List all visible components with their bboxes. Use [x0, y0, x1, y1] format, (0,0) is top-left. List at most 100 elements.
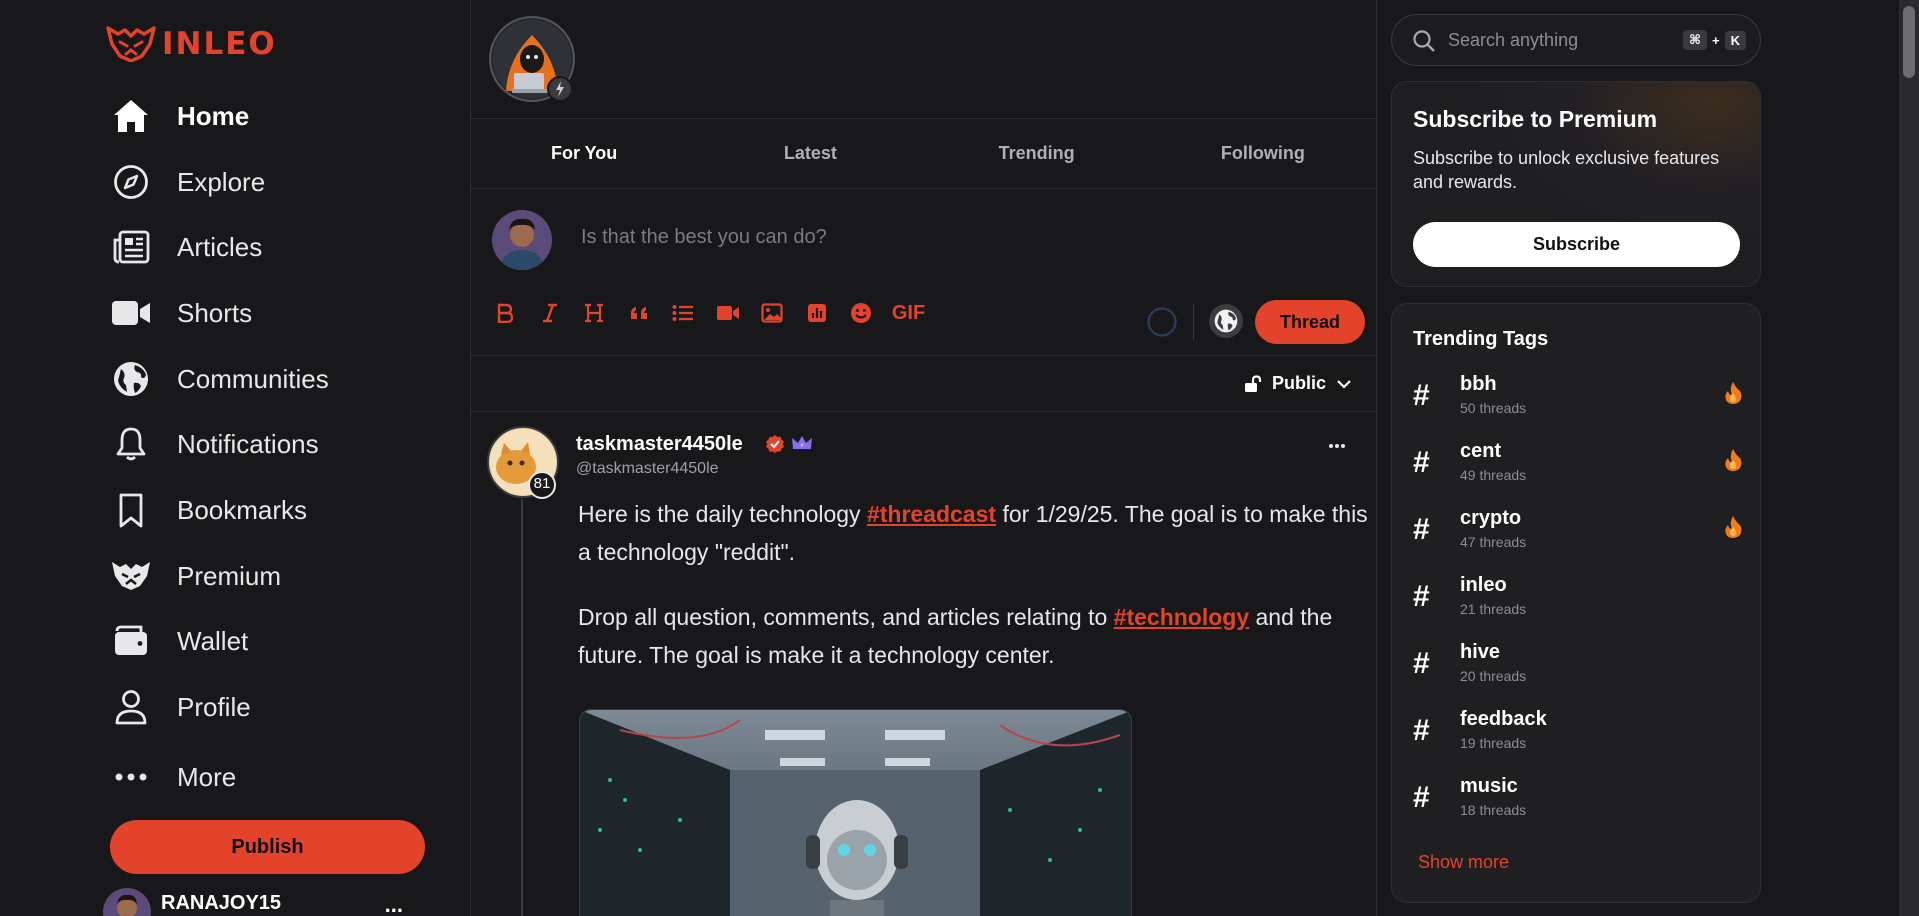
trending-tags-card: Trending Tags # bbh 50 threads # cent 49… [1391, 303, 1761, 903]
tag-count: 18 threads [1460, 802, 1527, 818]
main-feed: For You Latest Trending Following GIF Th… [470, 0, 1377, 916]
tag-count: 20 threads [1460, 668, 1527, 684]
trending-tag-item[interactable]: # cent 49 threads [1413, 436, 1743, 492]
list-icon[interactable] [661, 298, 706, 328]
quote-icon[interactable] [617, 298, 662, 328]
tag-count: 50 threads [1460, 400, 1527, 416]
hashtag-link[interactable]: #technology [1114, 604, 1249, 630]
unlock-icon [1244, 374, 1262, 392]
search-bar[interactable]: ⌘ + K [1391, 14, 1761, 66]
post-image[interactable] [579, 709, 1132, 916]
hashtag-icon: # [1413, 580, 1430, 613]
composer-toolbar: GIF [483, 298, 934, 328]
chevron-down-icon [1337, 379, 1351, 389]
home-icon [110, 95, 152, 137]
nav-communities[interactable]: Communities [110, 354, 410, 404]
poll-icon[interactable] [795, 298, 840, 328]
trending-tag-item[interactable]: # feedback 19 threads [1413, 704, 1743, 760]
language-globe-button[interactable] [1209, 304, 1243, 338]
tag-name: crypto [1460, 507, 1522, 529]
post-text: Here is the daily technology [578, 501, 867, 527]
thread-submit-button[interactable]: Thread [1255, 300, 1365, 344]
trending-tag-item[interactable]: # crypto 47 threads [1413, 503, 1743, 559]
avatar [103, 888, 151, 916]
image-icon[interactable] [750, 298, 795, 328]
scrollbar-thumb[interactable] [1903, 6, 1915, 78]
right-panel: ⌘ + K Subscribe to Premium Subscribe to … [1377, 0, 1919, 916]
post-author-handle[interactable]: @taskmaster4450le [576, 460, 719, 478]
visibility-bar: Public [471, 356, 1376, 412]
post-author-name[interactable]: taskmaster4450le [576, 433, 743, 456]
hashtag-link[interactable]: #threadcast [867, 501, 996, 527]
feed-tabs: For You Latest Trending Following [471, 119, 1376, 189]
tag-name: music [1460, 775, 1518, 797]
bold-icon[interactable] [483, 298, 528, 328]
tag-name: feedback [1460, 708, 1547, 730]
tag-count: 47 threads [1460, 534, 1527, 550]
inleo-logo[interactable]: INLEO [106, 26, 277, 62]
tab-trending[interactable]: Trending [924, 119, 1150, 188]
nav-label: Wallet [177, 625, 249, 656]
visibility-dropdown[interactable]: Public [1244, 373, 1352, 394]
nav-notifications[interactable]: Notifications [110, 419, 410, 469]
hashtag-icon: # [1413, 714, 1430, 747]
trending-tag-item[interactable]: # hive 20 threads [1413, 637, 1743, 693]
nav-more[interactable]: More [110, 752, 410, 802]
nav-articles[interactable]: Articles [110, 222, 410, 272]
page-scrollbar[interactable] [1899, 0, 1919, 916]
nav-label: Articles [177, 231, 263, 262]
emoji-icon[interactable] [839, 298, 884, 328]
search-input[interactable] [1448, 27, 1648, 53]
thread-composer: GIF Thread [471, 190, 1376, 356]
thread-post: 81 taskmaster4450le @taskmaster4450le He… [471, 413, 1376, 916]
trending-tag-item[interactable]: # inleo 21 threads [1413, 570, 1743, 626]
thread-line [521, 499, 523, 916]
nav-label: Notifications [177, 428, 319, 459]
nav-label: Communities [177, 363, 329, 394]
leo-premium-icon [110, 555, 152, 597]
show-more-link[interactable]: Show more [1418, 852, 1509, 873]
hashtag-icon: # [1413, 446, 1430, 479]
profile-avatar-top[interactable] [488, 15, 576, 103]
hashtag-icon: # [1413, 513, 1430, 546]
gif-button[interactable]: GIF [884, 302, 934, 325]
crown-icon [792, 436, 812, 449]
post-paragraph: Drop all question, comments, and article… [578, 598, 1368, 674]
trending-tag-item[interactable]: # music 18 threads [1413, 771, 1743, 827]
heading-icon[interactable] [572, 298, 617, 328]
publish-button[interactable]: Publish [110, 820, 425, 874]
nav-shorts[interactable]: Shorts [110, 288, 410, 338]
globe-icon [1214, 309, 1238, 333]
tab-for-you[interactable]: For You [471, 119, 697, 188]
post-author-avatar[interactable]: 81 [486, 425, 560, 499]
composer-input[interactable] [581, 220, 1201, 254]
nav-wallet[interactable]: Wallet [110, 616, 410, 666]
nav-bookmarks[interactable]: Bookmarks [110, 485, 410, 535]
tag-name: inleo [1460, 574, 1507, 596]
newspaper-icon [110, 226, 152, 268]
trending-tags-title: Trending Tags [1413, 328, 1549, 350]
tab-following[interactable]: Following [1150, 119, 1376, 188]
nav-premium[interactable]: Premium [110, 551, 410, 601]
tab-latest[interactable]: Latest [697, 119, 923, 188]
current-user-menu[interactable]: RANAJOY15 ... [103, 888, 403, 916]
nav-profile[interactable]: Profile [110, 682, 410, 732]
nav-label: Bookmarks [177, 494, 308, 525]
user-more-icon[interactable]: ... [385, 892, 403, 916]
nav-label: Premium [177, 560, 282, 591]
nav-home[interactable]: Home [110, 91, 410, 141]
search-shortcut: ⌘ + K [1682, 30, 1746, 50]
subscribe-button[interactable]: Subscribe [1413, 222, 1740, 267]
shortcut-mod-key: ⌘ [1682, 30, 1708, 50]
italic-icon[interactable] [528, 298, 573, 328]
logo-text: INLEO [162, 26, 277, 62]
shortcut-key: K [1724, 30, 1746, 50]
tag-name: hive [1460, 641, 1501, 663]
nav-explore[interactable]: Explore [110, 157, 410, 207]
post-options-icon[interactable] [1328, 443, 1346, 449]
nav-label: Home [177, 100, 250, 131]
trending-tag-item[interactable]: # bbh 50 threads [1413, 369, 1743, 425]
tag-count: 21 threads [1460, 601, 1527, 617]
video-icon[interactable] [706, 298, 751, 328]
tag-name: cent [1460, 440, 1502, 462]
